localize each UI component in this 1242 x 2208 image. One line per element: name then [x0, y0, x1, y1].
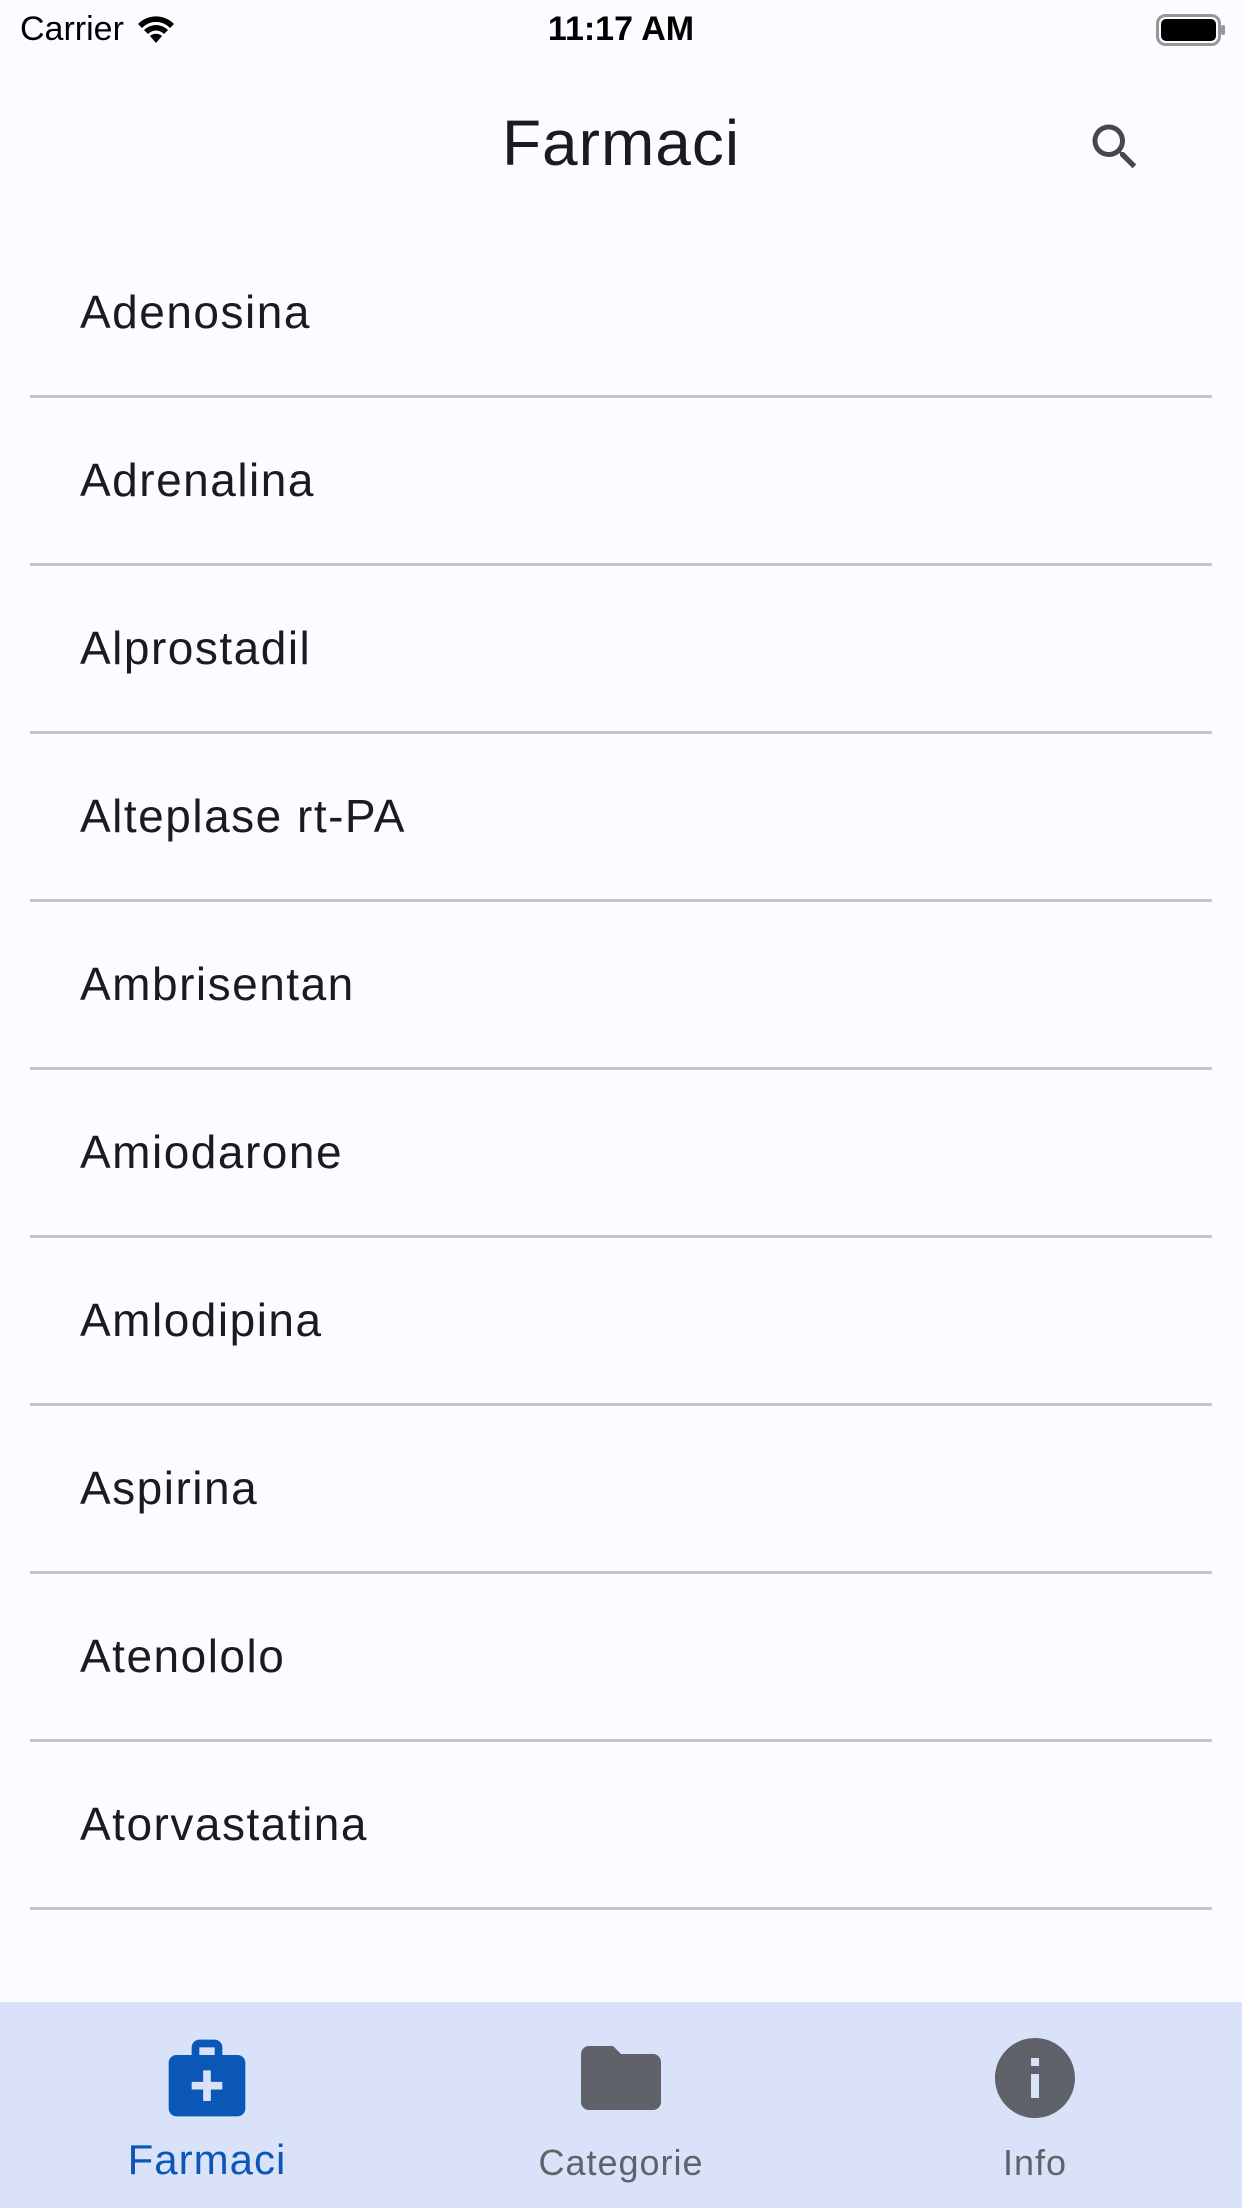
medical-kit-icon	[159, 2030, 255, 2126]
list-item-label: Amlodipina	[80, 1294, 323, 1346]
divider	[30, 1907, 1212, 1910]
tab-farmaci-label: Farmaci	[127, 2136, 287, 2183]
battery-icon	[1156, 14, 1225, 46]
list-item-label: Adenosina	[80, 286, 311, 338]
list-item[interactable]: Alprostadil	[0, 566, 1242, 734]
list-item-label: Aspirina	[80, 1462, 259, 1514]
list-item-label: Alteplase rt-PA	[80, 790, 406, 842]
tab-farmaci[interactable]: Farmaci	[0, 2002, 414, 2208]
list-item[interactable]: Amiodarone	[0, 1070, 1242, 1238]
list-item-label: Ambrisentan	[80, 958, 355, 1010]
list-item[interactable]: Ambrisentan	[0, 902, 1242, 1070]
list-item[interactable]: Amlodipina	[0, 1238, 1242, 1406]
search-button[interactable]	[1080, 112, 1150, 182]
list-item[interactable]: Adrenalina	[0, 398, 1242, 566]
list-item[interactable]: Aspirina	[0, 1406, 1242, 1574]
tab-categorie[interactable]: Categorie	[414, 2002, 828, 2208]
list-item[interactable]: Atorvastatina	[0, 1742, 1242, 1910]
list-item-label: Amiodarone	[80, 1126, 344, 1178]
list-item-label: Atorvastatina	[80, 1798, 368, 1850]
bottom-navigation: Farmaci Categorie Info	[0, 2002, 1242, 2208]
info-icon	[987, 2030, 1083, 2126]
tab-info[interactable]: Info	[828, 2002, 1242, 2208]
drug-list: Adenosina Adrenalina Alprostadil Altepla…	[0, 230, 1242, 1910]
list-item-label: Adrenalina	[80, 454, 315, 506]
list-item[interactable]: Atenololo	[0, 1574, 1242, 1742]
search-icon	[1092, 124, 1137, 169]
app-bar: Farmaci	[0, 62, 1242, 230]
list-item[interactable]: Alteplase rt-PA	[0, 734, 1242, 902]
list-item-label: Atenololo	[80, 1630, 286, 1682]
tab-categorie-label: Categorie	[538, 2142, 704, 2183]
folder-icon	[573, 2030, 669, 2126]
tab-info-label: Info	[1002, 2142, 1068, 2183]
status-bar: Carrier 11:17 AM	[0, 0, 1242, 62]
page-title: Farmaci	[501, 107, 741, 179]
screen: Carrier 11:17 AM Farmaci Adenosina Adren…	[0, 0, 1242, 2208]
list-item[interactable]: Adenosina	[0, 230, 1242, 398]
list-item-label: Alprostadil	[80, 622, 312, 674]
status-time: 11:17 AM	[547, 10, 695, 48]
